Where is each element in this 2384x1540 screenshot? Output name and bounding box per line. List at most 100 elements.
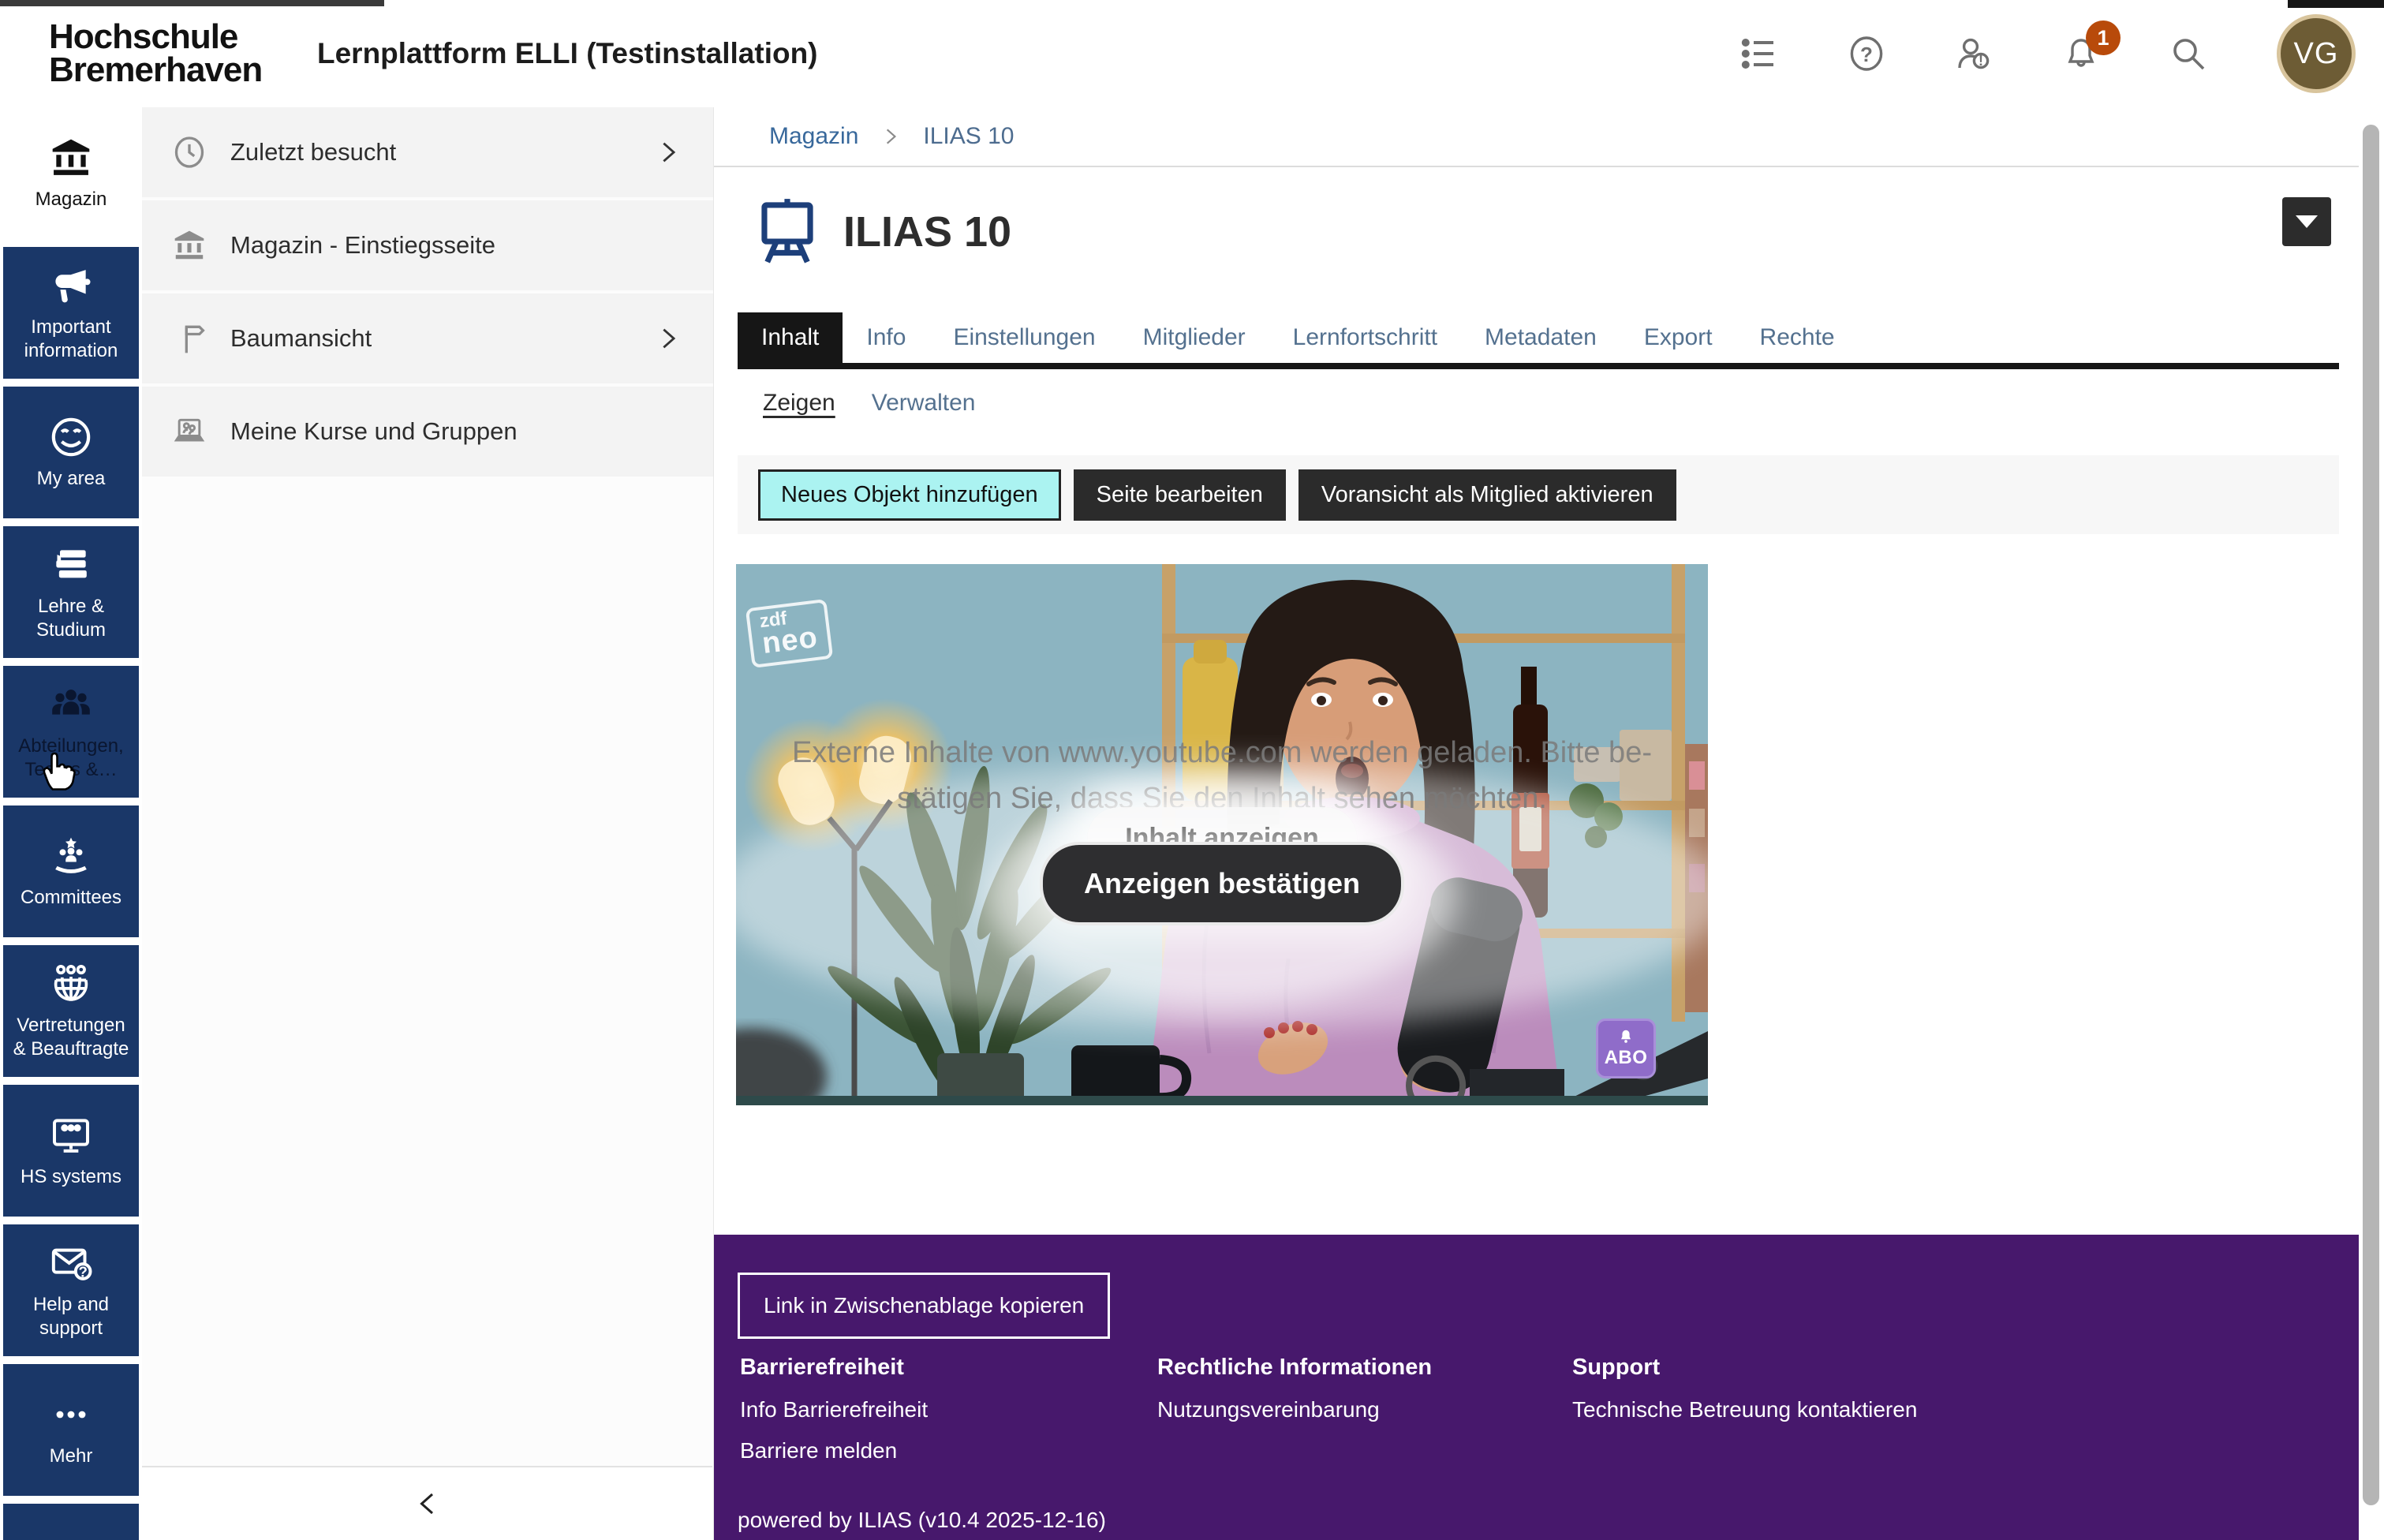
sidebar-item-mehr[interactable]: Mehr <box>3 1364 139 1496</box>
mouse-cursor <box>39 748 80 792</box>
chevron-right-icon <box>655 325 682 352</box>
panel-item-label: Baumansicht <box>230 324 655 353</box>
sidebar-item-vertretungen-beauftragte[interactable]: Vertretungen & Beauftragte <box>3 945 139 1077</box>
footer-heading-rechtliche-informationen: Rechtliche Informationen <box>1157 1355 1432 1381</box>
monitor-icon <box>49 1113 93 1157</box>
help-icon[interactable]: ? <box>1848 35 1885 73</box>
channel-logo-line2: neo <box>760 623 819 657</box>
museum-icon <box>49 136 93 180</box>
logo-line1: Hochschule <box>49 21 262 54</box>
ilias-app: Hochschule Bremerhaven Lernplattform ELL… <box>0 0 2384 1540</box>
footer-link-technische-betreuung[interactable]: Technische Betreuung kontaktieren <box>1572 1397 1917 1422</box>
footer-link-info-barrierefreiheit[interactable]: Info Barrierefreiheit <box>740 1397 928 1422</box>
sidebar-item-label: Lehre & Studium <box>8 595 134 642</box>
tab-bar: Inhalt Info Einstellungen Mitglieder Ler… <box>738 312 2339 369</box>
add-object-button[interactable]: Neues Objekt hinzufügen <box>758 469 1061 521</box>
sidebar-item-label: Mehr <box>50 1445 93 1468</box>
footer-link-nutzungsvereinbarung[interactable]: Nutzungsvereinbarung <box>1157 1397 1380 1422</box>
footer-heading-support: Support <box>1572 1355 1660 1381</box>
logo-line2: Bremerhaven <box>49 54 262 87</box>
subtab-verwalten[interactable]: Verwalten <box>872 390 976 417</box>
tab-inhalt[interactable]: Inhalt <box>738 312 843 363</box>
footer-heading-barrierefreiheit: Barrierefreiheit <box>740 1355 904 1381</box>
object-title-row: ILIAS 10 <box>755 196 1011 268</box>
panel-item-label: Zuletzt besucht <box>230 138 655 166</box>
books-icon <box>49 543 93 587</box>
sidebar-item-lehre-studium[interactable]: Lehre & Studium <box>3 526 139 658</box>
main-sidebar: Magazin Important information My area Le… <box>0 107 142 1540</box>
preview-as-member-button[interactable]: Voransicht als Mitglied aktivieren <box>1298 469 1676 521</box>
hochschule-bremerhaven-logo[interactable]: Hochschule Bremerhaven <box>49 21 262 87</box>
breadcrumb: Magazin ILIAS 10 <box>714 107 2359 167</box>
platform-title: Lernplattform ELLI (Testinstallation) <box>317 0 818 107</box>
context-panel: Zuletzt besucht Magazin - Einstiegsseite… <box>142 107 714 1540</box>
confirm-display-button[interactable]: Anzeigen bestätigen <box>1040 842 1404 925</box>
laptop-users-icon <box>172 414 207 449</box>
sidebar-item-committees[interactable]: Committees <box>3 806 139 937</box>
panel-item-label: Magazin - Einstiegsseite <box>230 231 682 260</box>
powered-by-text: powered by ILIAS (v10.4 2025-12-16) <box>738 1508 1106 1533</box>
tab-mitglieder[interactable]: Mitglieder <box>1119 312 1269 363</box>
abo-badge: ABO <box>1596 1019 1656 1078</box>
sidebar-item-help-support[interactable]: ? Help and support <box>3 1224 139 1356</box>
mail-question-icon: ? <box>49 1241 93 1285</box>
panel-item-zuletzt-besucht[interactable]: Zuletzt besucht <box>142 107 713 197</box>
user-awareness-icon[interactable]: ! <box>1955 35 1993 73</box>
main-content: Magazin ILIAS 10 ILIAS 10 Inhalt Info <box>714 107 2359 1540</box>
globe-people-icon <box>49 962 93 1006</box>
more-icon <box>49 1392 93 1437</box>
footer-link-barriere-melden[interactable]: Barriere melden <box>740 1438 897 1463</box>
list-icon[interactable] <box>1740 35 1778 73</box>
abo-label: ABO <box>1605 1047 1648 1069</box>
sidebar-item-important-information[interactable]: Important information <box>3 247 139 379</box>
sidebar-item-my-area[interactable]: My area <box>3 387 139 518</box>
smiley-icon <box>49 415 93 459</box>
subtab-zeigen[interactable]: Zeigen <box>763 390 835 417</box>
people-icon <box>49 682 93 727</box>
panel-item-label: Meine Kurse und Gruppen <box>230 417 682 446</box>
subtab-bar: Zeigen Verwalten <box>763 390 975 417</box>
bell-icon <box>1617 1028 1635 1045</box>
sidebar-item-hs-systems[interactable]: HS systems <box>3 1085 139 1217</box>
youtube-embed-placeholder[interactable]: zdf neo Externe Inhalte von www.youtube.… <box>736 564 1708 1105</box>
tab-lernfortschritt[interactable]: Lernfortschritt <box>1269 312 1461 363</box>
copy-link-button[interactable]: Link in Zwischenablage kopieren <box>738 1273 1110 1339</box>
chevron-right-icon <box>880 126 901 147</box>
svg-text:!: ! <box>1979 53 1983 69</box>
tab-metadaten[interactable]: Metadaten <box>1461 312 1620 363</box>
header-icon-row: ? ! 1 <box>1740 0 2356 107</box>
tab-export[interactable]: Export <box>1620 312 1736 363</box>
bell-icon[interactable]: 1 <box>2062 35 2100 73</box>
collapse-panel-button[interactable] <box>142 1466 712 1540</box>
breadcrumb-current[interactable]: ILIAS 10 <box>923 123 1014 150</box>
search-icon[interactable] <box>2169 35 2207 73</box>
tab-info[interactable]: Info <box>843 312 929 363</box>
sidebar-item-partial <box>3 1504 139 1540</box>
consent-text-line1: Externe Inhalte von www.youtube.com werd… <box>736 736 1708 770</box>
panel-item-magazin-einstiegsseite[interactable]: Magazin - Einstiegsseite <box>142 200 713 290</box>
edit-page-button[interactable]: Seite bearbeiten <box>1074 469 1286 521</box>
svg-text:?: ? <box>1860 43 1873 66</box>
sidebar-item-label: Help and support <box>8 1293 134 1340</box>
tab-einstellungen[interactable]: Einstellungen <box>929 312 1119 363</box>
signpost-icon <box>172 321 207 356</box>
notification-badge: 1 <box>2086 21 2121 55</box>
panel-item-baumansicht[interactable]: Baumansicht <box>142 293 713 383</box>
panel-item-meine-kurse-gruppen[interactable]: Meine Kurse und Gruppen <box>142 387 713 477</box>
avatar[interactable]: VG <box>2277 14 2356 93</box>
breadcrumb-link-magazin[interactable]: Magazin <box>769 123 858 150</box>
megaphone-icon <box>49 264 93 308</box>
actions-dropdown-button[interactable] <box>2282 197 2331 246</box>
zdfneo-channel-logo: zdf neo <box>745 599 833 668</box>
sidebar-item-label: Important information <box>8 316 134 363</box>
chevron-left-icon <box>413 1490 442 1518</box>
tab-rechte[interactable]: Rechte <box>1736 312 1859 363</box>
top-header: Hochschule Bremerhaven Lernplattform ELL… <box>0 0 2384 107</box>
scrollbar-thumb[interactable] <box>2363 125 2379 1505</box>
sidebar-item-magazin[interactable]: Magazin <box>3 107 139 239</box>
chevron-right-icon <box>655 139 682 166</box>
scrollbar-track <box>2359 110 2384 1540</box>
museum-icon <box>172 228 207 263</box>
sidebar-item-label: Magazin <box>35 188 107 211</box>
sidebar-item-label: Committees <box>21 886 121 910</box>
